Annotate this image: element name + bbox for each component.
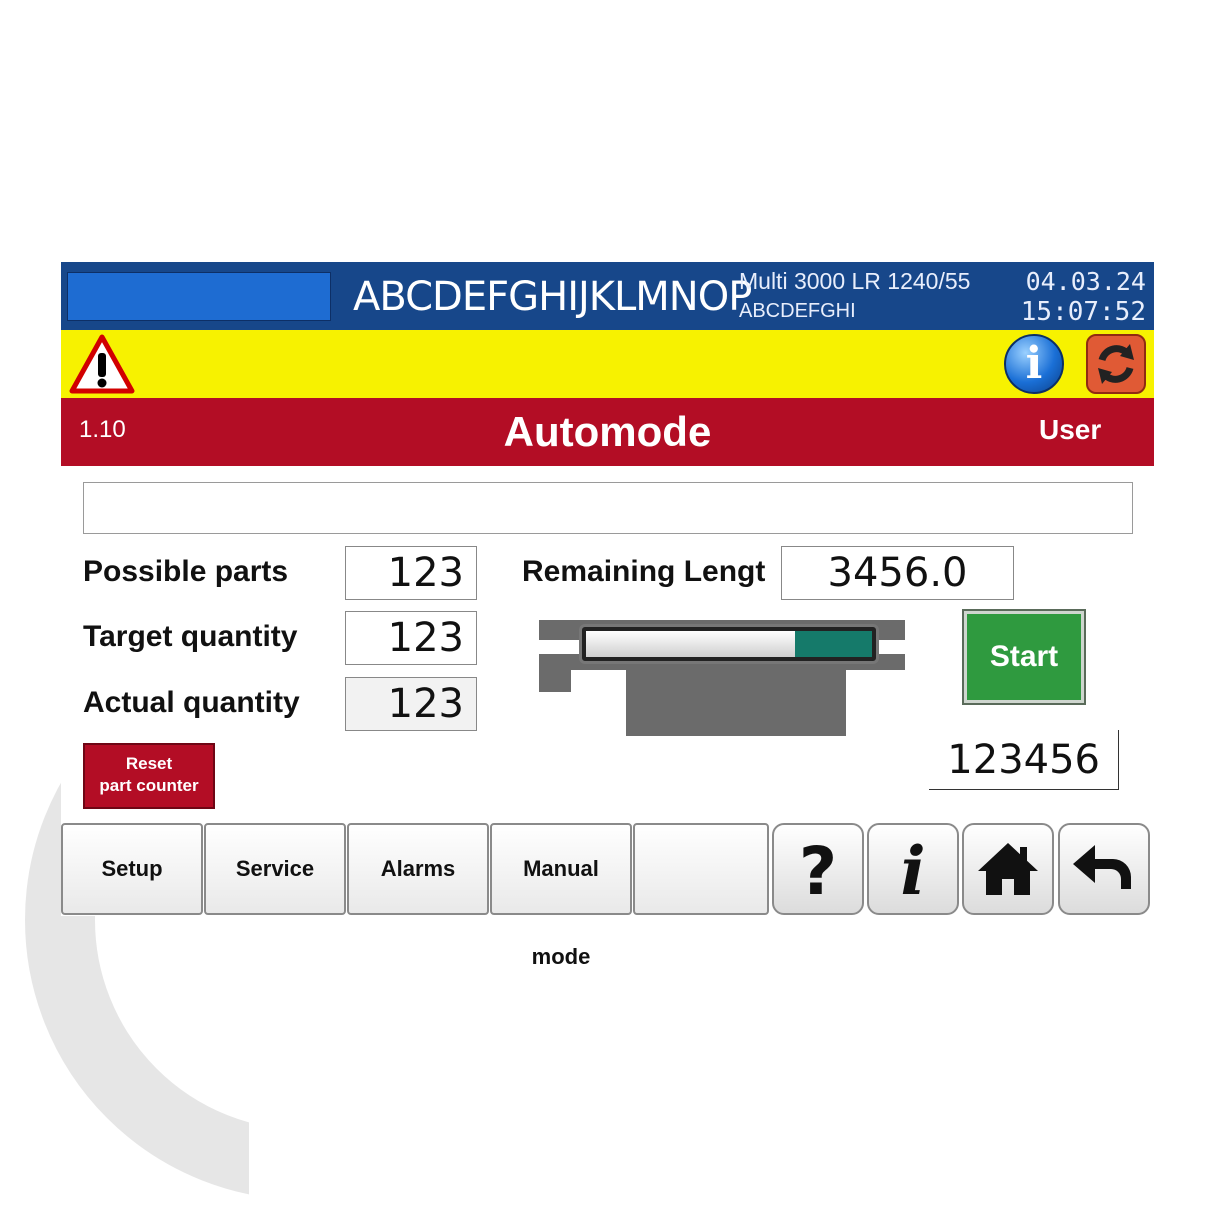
remaining-length-progress	[579, 624, 879, 664]
machine-model: Multi 3000 LR 1240/55	[739, 268, 971, 294]
user-label[interactable]: User	[1039, 414, 1101, 446]
possible-parts-value[interactable]: 123	[345, 546, 477, 600]
svg-text:i: i	[900, 834, 925, 904]
top-bar: ABCDEFGHIJKLMNOP Multi 3000 LR 1240/55 A…	[61, 262, 1154, 330]
date-display: 04.03.24	[1025, 267, 1146, 296]
refresh-icon[interactable]	[1086, 334, 1146, 394]
hmi-screen: ABCDEFGHIJKLMNOP Multi 3000 LR 1240/55 A…	[61, 262, 1154, 969]
help-button[interactable]: ?	[772, 823, 864, 915]
info-icon[interactable]: i	[1004, 334, 1064, 394]
start-button[interactable]: Start	[962, 609, 1086, 705]
machine-subtitle: ABCDEFGHI	[739, 300, 856, 322]
nav-empty-button[interactable]	[633, 823, 769, 915]
nav-manual-mode-button[interactable]: Manual mode	[490, 823, 632, 969]
nav-service-button[interactable]: Service	[204, 823, 346, 915]
time-display: 15:07:52	[1020, 297, 1146, 327]
alarm-bar: i	[61, 330, 1154, 398]
back-icon	[1073, 845, 1131, 889]
progress-fill	[586, 631, 795, 657]
home-button[interactable]	[962, 823, 1054, 915]
target-quantity-value[interactable]: 123	[345, 611, 477, 665]
info-italic-icon: i	[900, 834, 925, 904]
page-title: Automode	[503, 408, 712, 455]
back-button[interactable]	[1058, 823, 1150, 915]
actual-quantity-label: Actual quantity	[83, 686, 300, 719]
info-italic-button[interactable]: i	[867, 823, 959, 915]
nav-setup-button[interactable]: Setup	[61, 823, 203, 915]
mode-bar: 1.10 Automode User	[61, 398, 1154, 466]
station-name: ABCDEFGHIJKLMNOP	[353, 274, 752, 320]
material-block	[626, 670, 846, 736]
reset-label-line1: Reset	[125, 754, 173, 773]
nav-alarms-button[interactable]: Alarms	[347, 823, 489, 915]
remaining-length-label: Remaining Lengt	[522, 555, 766, 588]
target-quantity-label: Target quantity	[83, 620, 298, 653]
message-field	[83, 482, 1133, 534]
help-icon: ?	[799, 834, 837, 904]
home-icon	[978, 843, 1038, 895]
reset-part-counter-button[interactable]: Reset part counter	[83, 743, 215, 809]
progress-track	[586, 631, 872, 657]
actual-quantity-value: 123	[345, 677, 477, 731]
possible-parts-label: Possible parts	[83, 555, 289, 588]
warning-icon[interactable]	[69, 333, 135, 395]
remaining-length-value[interactable]: 3456.0	[781, 546, 1014, 600]
status-box	[67, 272, 331, 321]
material-shadow-left	[539, 670, 571, 692]
piece-counter: 123456	[929, 730, 1119, 790]
svg-text:?: ?	[799, 834, 837, 904]
reset-label-line2: part counter	[99, 776, 199, 795]
